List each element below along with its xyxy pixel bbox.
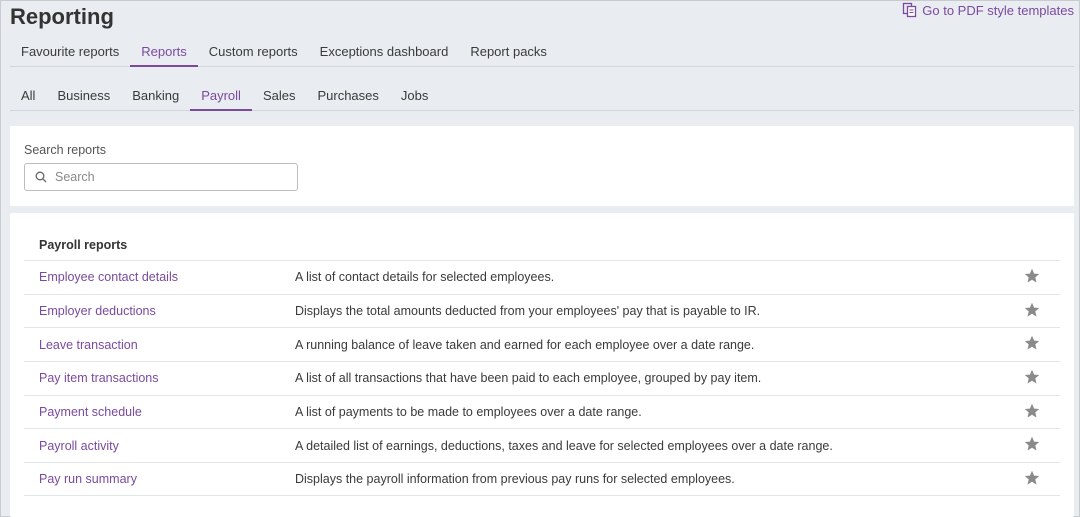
star-icon[interactable] [1024, 436, 1040, 452]
report-link[interactable]: Leave transaction [39, 338, 138, 352]
search-input[interactable] [55, 170, 275, 184]
tab-sales[interactable]: Sales [252, 82, 307, 110]
pdf-templates-link[interactable]: Go to PDF style templates [902, 2, 1074, 18]
report-link[interactable]: Employer deductions [39, 304, 156, 318]
search-label: Search reports [24, 143, 106, 157]
report-description: A running balance of leave taken and ear… [295, 337, 755, 352]
list-item: Leave transaction A running balance of l… [24, 327, 1060, 361]
report-link[interactable]: Payment schedule [39, 405, 142, 419]
reports-list: Employee contact details A list of conta… [24, 260, 1060, 496]
section-title: Payroll reports [39, 238, 128, 252]
star-icon[interactable] [1024, 470, 1040, 486]
tab-payroll[interactable]: Payroll [190, 82, 252, 111]
list-item: Employee contact details A list of conta… [24, 260, 1060, 294]
tab-exceptions-dashboard[interactable]: Exceptions dashboard [309, 38, 460, 66]
tab-all[interactable]: All [10, 82, 46, 110]
pdf-templates-label: Go to PDF style templates [922, 2, 1074, 18]
report-link[interactable]: Payroll activity [39, 439, 119, 453]
list-item: Employer deductions Displays the total a… [24, 293, 1060, 328]
tab-jobs[interactable]: Jobs [390, 82, 439, 110]
report-description: Displays the payroll information from pr… [295, 471, 735, 486]
report-description: A list of all transactions that have bee… [295, 371, 762, 386]
document-copy-icon [903, 2, 917, 18]
search-icon [35, 171, 47, 183]
star-icon[interactable] [1024, 302, 1040, 318]
report-description: A detailed list of earnings, deductions,… [295, 438, 833, 453]
report-link[interactable]: Pay run summary [39, 472, 137, 486]
list-item: Pay run summary Displays the payroll inf… [24, 462, 1060, 496]
star-icon[interactable] [1024, 268, 1040, 284]
tab-custom-reports[interactable]: Custom reports [198, 38, 309, 66]
report-description: A list of payments to be made to employe… [295, 405, 642, 420]
tab-report-packs[interactable]: Report packs [459, 38, 558, 66]
report-description: A list of contact details for selected e… [295, 270, 555, 285]
list-item: Payroll activity A detailed list of earn… [24, 428, 1060, 462]
tab-reports[interactable]: Reports [130, 38, 198, 67]
list-item: Payment schedule A list of payments to b… [24, 394, 1060, 429]
report-link[interactable]: Pay item transactions [39, 371, 159, 385]
tab-business[interactable]: Business [46, 82, 121, 110]
primary-tabs: Favourite reports Reports Custom reports… [10, 38, 1074, 67]
page-title: Reporting [10, 4, 114, 29]
report-description: Displays the total amounts deducted from… [295, 304, 761, 319]
star-icon[interactable] [1024, 403, 1040, 419]
payroll-reports-panel: Payroll reports Employee contact details… [10, 213, 1074, 517]
star-icon[interactable] [1024, 369, 1040, 385]
list-item: Pay item transactions A list of all tran… [24, 361, 1060, 395]
tab-purchases[interactable]: Purchases [306, 82, 389, 110]
tab-favourite-reports[interactable]: Favourite reports [10, 38, 130, 66]
star-icon[interactable] [1024, 335, 1040, 351]
category-tabs: All Business Banking Payroll Sales Purch… [10, 82, 1074, 111]
tab-banking[interactable]: Banking [121, 82, 190, 110]
search-box[interactable] [24, 163, 298, 191]
report-link[interactable]: Employee contact details [39, 270, 178, 284]
search-panel: Search reports [10, 126, 1074, 206]
